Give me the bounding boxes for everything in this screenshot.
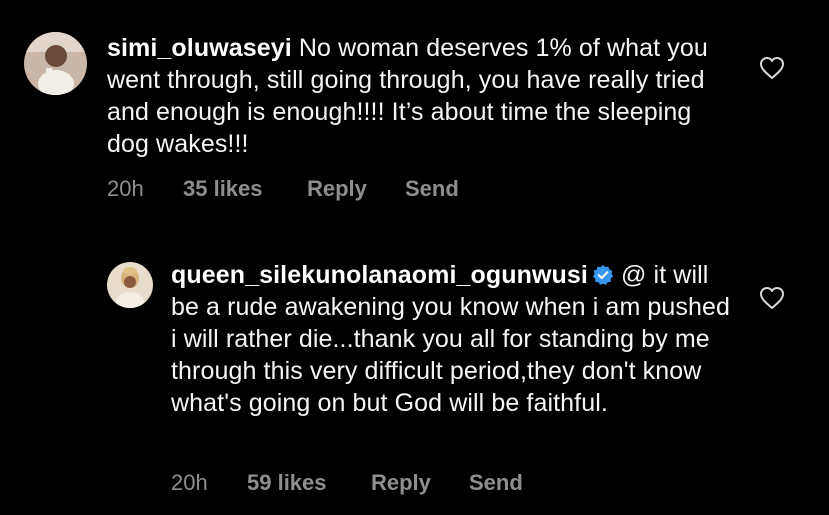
avatar[interactable] <box>24 32 87 95</box>
heart-icon[interactable] <box>759 286 785 310</box>
comment-text: queen_silekunolanaomi_ogunwusi @ it will… <box>171 259 731 419</box>
likes-count[interactable]: 59 likes <box>247 470 371 496</box>
comment-actions: 20h 35 likes Reply Send <box>107 176 459 202</box>
send-button[interactable]: Send <box>469 470 523 496</box>
comment-timestamp: 20h <box>171 470 208 495</box>
comment-timestamp: 20h <box>107 176 144 201</box>
comment-text: simi_oluwaseyi No woman deserves 1% of w… <box>107 32 717 160</box>
reply-button[interactable]: Reply <box>307 176 405 202</box>
heart-icon[interactable] <box>759 56 785 80</box>
send-button[interactable]: Send <box>405 176 459 202</box>
reply-button[interactable]: Reply <box>371 470 469 496</box>
comment-username[interactable]: queen_silekunolanaomi_ogunwusi <box>171 261 588 289</box>
comment-actions: 20h 59 likes Reply Send <box>171 470 523 496</box>
likes-count[interactable]: 35 likes <box>183 176 307 202</box>
verified-badge-icon <box>592 262 614 285</box>
avatar[interactable] <box>107 262 153 308</box>
comment-username[interactable]: simi_oluwaseyi <box>107 34 292 62</box>
